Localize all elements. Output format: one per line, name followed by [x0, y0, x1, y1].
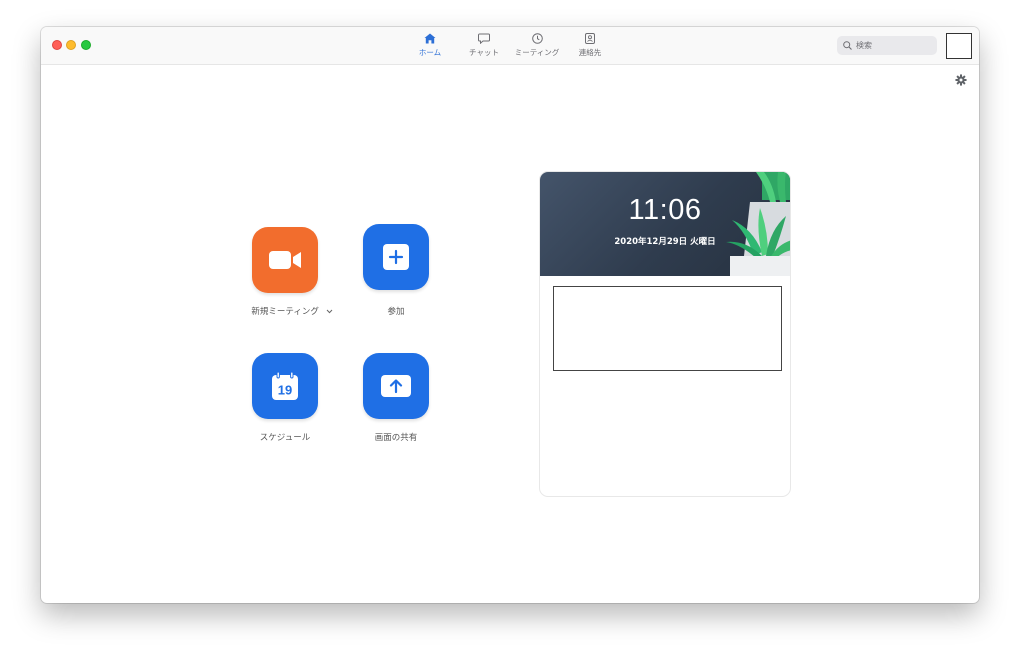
- new-meeting-label: 新規ミーティング: [251, 307, 319, 317]
- tab-contacts[interactable]: 連絡先: [575, 33, 605, 61]
- current-time: 11:06: [628, 194, 702, 226]
- chat-bubble-icon: [478, 33, 490, 44]
- new-meeting-label-row[interactable]: 新規ミーティング: [248, 305, 336, 317]
- tab-home-label: ホーム: [418, 48, 442, 57]
- tab-chat[interactable]: チャット: [465, 33, 503, 61]
- chevron-down-icon: [326, 309, 332, 314]
- search-icon: [843, 41, 852, 50]
- contact-card-icon: [585, 33, 595, 44]
- upload-arrow-icon: [381, 375, 411, 397]
- tab-contacts-label: 連絡先: [578, 48, 602, 57]
- schedule-button[interactable]: 19: [252, 353, 318, 419]
- schedule-label: スケジュール: [259, 433, 311, 443]
- gear-icon[interactable]: [955, 74, 967, 86]
- search-input[interactable]: [856, 41, 934, 50]
- tab-meetings-label: ミーティング: [514, 48, 560, 57]
- current-date: 2020年12月29日 火曜日: [614, 237, 716, 247]
- avatar[interactable]: [946, 33, 972, 59]
- tab-chat-label: チャット: [469, 48, 499, 57]
- share-screen-button[interactable]: [363, 353, 429, 419]
- new-meeting-button[interactable]: [252, 227, 318, 293]
- share-screen-label: 画面の共有: [374, 433, 418, 443]
- tab-home[interactable]: ホーム: [414, 33, 446, 61]
- upcoming-meetings-card: 11:06 2020年12月29日 火曜日: [539, 171, 791, 497]
- tab-meetings[interactable]: ミーティング: [511, 33, 563, 61]
- zoom-window-button[interactable]: [81, 40, 91, 50]
- search-box[interactable]: [837, 36, 937, 55]
- clock-banner: 11:06 2020年12月29日 火曜日: [540, 172, 790, 276]
- clock-icon: [531, 33, 543, 44]
- plus-icon: [383, 244, 409, 270]
- join-label: 参加: [387, 307, 405, 317]
- calendar-day: 19: [278, 383, 292, 398]
- calendar-icon: 19: [272, 371, 298, 400]
- close-window-button[interactable]: [52, 40, 62, 50]
- video-camera-icon: [269, 251, 301, 269]
- home-icon: [424, 33, 436, 44]
- title-bar: ホーム チャット ミーティング 連絡先: [41, 27, 979, 65]
- app-window: ホーム チャット ミーティング 連絡先 検索 新規ミーティング 参加 19 スケ…: [41, 27, 979, 603]
- minimize-window-button[interactable]: [66, 40, 76, 50]
- upcoming-meeting-placeholder: [553, 286, 782, 371]
- join-button[interactable]: [363, 224, 429, 290]
